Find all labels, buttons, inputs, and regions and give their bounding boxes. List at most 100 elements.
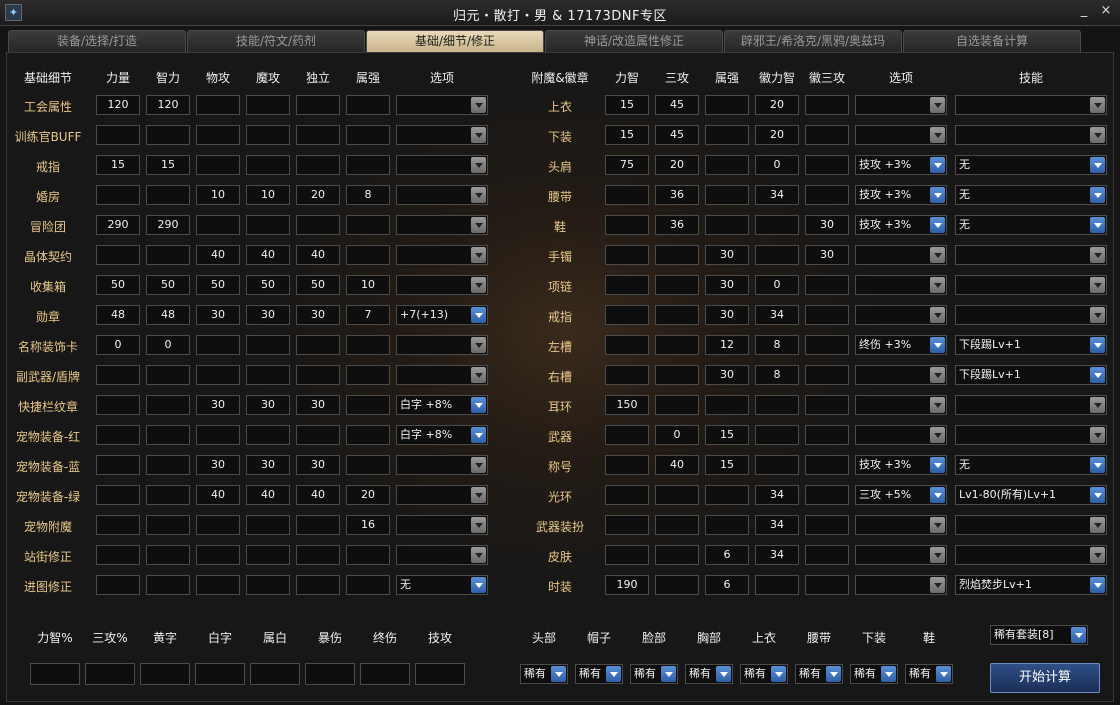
slot-rarity-select[interactable]: 稀有 [520, 664, 568, 684]
left-value-cell[interactable] [146, 575, 190, 595]
left-value-cell[interactable]: 0 [96, 335, 140, 355]
left-value-cell[interactable] [296, 515, 340, 535]
left-value-cell[interactable] [196, 425, 240, 445]
chevron-down-icon[interactable] [471, 367, 486, 383]
left-value-cell[interactable] [346, 245, 390, 265]
right-value-cell[interactable]: 0 [755, 155, 799, 175]
left-value-cell[interactable] [146, 485, 190, 505]
chevron-down-icon[interactable] [471, 517, 486, 533]
left-value-cell[interactable]: 30 [296, 455, 340, 475]
right-option-select[interactable] [855, 575, 947, 595]
right-value-cell[interactable]: 150 [605, 395, 649, 415]
slot-rarity-select[interactable]: 稀有 [850, 664, 898, 684]
right-value-cell[interactable] [705, 185, 749, 205]
right-value-cell[interactable] [605, 275, 649, 295]
left-option-select[interactable] [396, 275, 488, 295]
left-value-cell[interactable]: 30 [196, 395, 240, 415]
chevron-down-icon[interactable] [471, 457, 486, 473]
left-value-cell[interactable]: 10 [246, 185, 290, 205]
right-value-cell[interactable] [805, 485, 849, 505]
right-value-cell[interactable] [655, 575, 699, 595]
tab-custom-calc[interactable]: 自选装备计算 [903, 30, 1081, 52]
left-value-cell[interactable] [96, 395, 140, 415]
left-option-select[interactable] [396, 335, 488, 355]
stat-input[interactable] [250, 663, 300, 685]
right-value-cell[interactable] [705, 95, 749, 115]
right-value-cell[interactable]: 20 [755, 95, 799, 115]
set-rarity-select[interactable]: 稀有套装[8] [990, 625, 1088, 645]
left-value-cell[interactable] [346, 575, 390, 595]
skill-select[interactable] [955, 515, 1107, 535]
chevron-down-icon[interactable] [930, 97, 945, 113]
right-value-cell[interactable] [705, 215, 749, 235]
right-option-select[interactable]: 技攻 +3% [855, 155, 947, 175]
skill-select[interactable]: 无 [955, 185, 1107, 205]
left-value-cell[interactable]: 40 [246, 245, 290, 265]
right-value-cell[interactable]: 75 [605, 155, 649, 175]
left-value-cell[interactable]: 30 [296, 305, 340, 325]
left-value-cell[interactable] [296, 575, 340, 595]
right-value-cell[interactable] [805, 515, 849, 535]
right-value-cell[interactable] [605, 245, 649, 265]
left-value-cell[interactable] [96, 365, 140, 385]
right-value-cell[interactable] [805, 365, 849, 385]
right-value-cell[interactable] [805, 455, 849, 475]
left-value-cell[interactable] [196, 365, 240, 385]
right-value-cell[interactable] [605, 365, 649, 385]
chevron-down-icon[interactable] [930, 517, 945, 533]
chevron-down-icon[interactable] [471, 397, 486, 413]
right-value-cell[interactable] [655, 275, 699, 295]
left-value-cell[interactable] [196, 515, 240, 535]
chevron-down-icon[interactable] [930, 337, 945, 353]
left-option-select[interactable]: 白字 +8% [396, 425, 488, 445]
left-value-cell[interactable] [296, 545, 340, 565]
skill-select[interactable]: 无 [955, 215, 1107, 235]
right-value-cell[interactable]: 30 [805, 215, 849, 235]
right-value-cell[interactable]: 0 [655, 425, 699, 445]
right-value-cell[interactable]: 30 [705, 245, 749, 265]
right-value-cell[interactable] [605, 215, 649, 235]
right-option-select[interactable]: 技攻 +3% [855, 215, 947, 235]
left-value-cell[interactable] [246, 575, 290, 595]
left-option-select[interactable] [396, 185, 488, 205]
left-option-select[interactable] [396, 155, 488, 175]
right-value-cell[interactable] [755, 575, 799, 595]
chevron-down-icon[interactable] [661, 666, 676, 682]
right-value-cell[interactable]: 36 [655, 185, 699, 205]
right-value-cell[interactable] [605, 545, 649, 565]
skill-select[interactable] [955, 425, 1107, 445]
right-value-cell[interactable]: 15 [705, 455, 749, 475]
left-value-cell[interactable] [96, 545, 140, 565]
chevron-down-icon[interactable] [1090, 367, 1105, 383]
right-value-cell[interactable] [655, 545, 699, 565]
left-value-cell[interactable]: 30 [246, 305, 290, 325]
right-value-cell[interactable]: 45 [655, 125, 699, 145]
right-value-cell[interactable]: 45 [655, 95, 699, 115]
chevron-down-icon[interactable] [1090, 127, 1105, 143]
right-value-cell[interactable]: 40 [655, 455, 699, 475]
chevron-down-icon[interactable] [1090, 547, 1105, 563]
left-value-cell[interactable]: 50 [246, 275, 290, 295]
right-option-select[interactable] [855, 515, 947, 535]
chevron-down-icon[interactable] [930, 577, 945, 593]
right-option-select[interactable] [855, 125, 947, 145]
chevron-down-icon[interactable] [471, 577, 486, 593]
left-value-cell[interactable] [96, 125, 140, 145]
stat-input[interactable] [305, 663, 355, 685]
left-value-cell[interactable]: 30 [246, 455, 290, 475]
left-value-cell[interactable]: 48 [96, 305, 140, 325]
stat-input[interactable] [360, 663, 410, 685]
slot-rarity-select[interactable]: 稀有 [685, 664, 733, 684]
right-option-select[interactable]: 终伤 +3% [855, 335, 947, 355]
left-option-select[interactable] [396, 125, 488, 145]
left-value-cell[interactable] [246, 545, 290, 565]
chevron-down-icon[interactable] [1090, 517, 1105, 533]
skill-select[interactable]: 无 [955, 455, 1107, 475]
close-button[interactable]: × [1098, 4, 1114, 20]
chevron-down-icon[interactable] [1090, 307, 1105, 323]
right-value-cell[interactable] [705, 515, 749, 535]
right-option-select[interactable] [855, 245, 947, 265]
left-value-cell[interactable]: 15 [96, 155, 140, 175]
chevron-down-icon[interactable] [930, 397, 945, 413]
tab-raid-sets[interactable]: 辟邪王/希洛克/黑鸦/奥兹玛 [724, 30, 902, 52]
